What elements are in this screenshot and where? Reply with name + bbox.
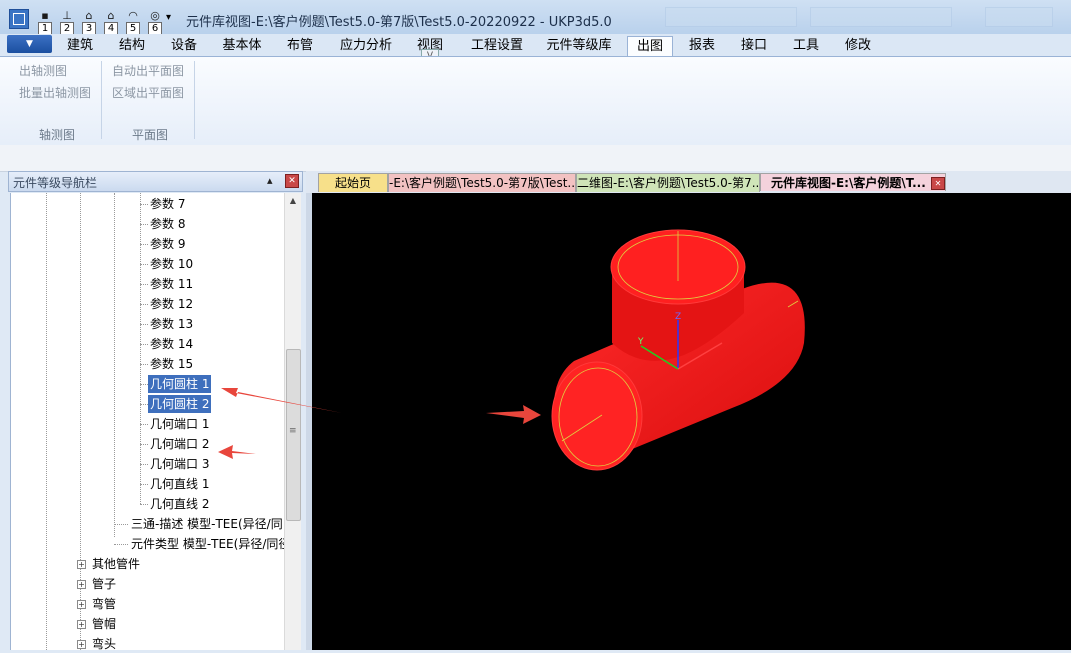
annotation-arrows [218,388,541,459]
annotation-arrow [221,388,342,413]
annotation-arrow [218,445,256,459]
annotation-arrow [486,405,541,424]
